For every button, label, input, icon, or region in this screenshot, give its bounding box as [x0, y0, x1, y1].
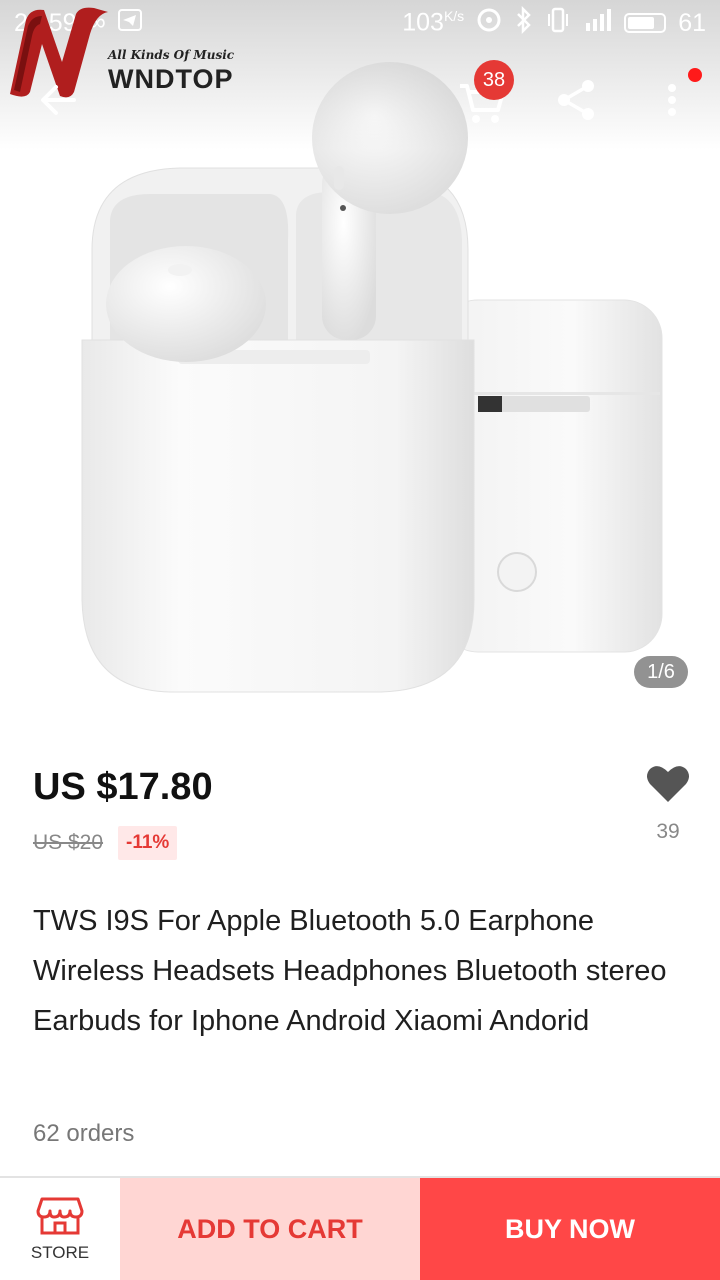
back-button[interactable]	[34, 76, 82, 124]
buy-now-button[interactable]: BUY NOW	[420, 1178, 720, 1280]
share-button[interactable]	[552, 76, 600, 124]
share-icon	[558, 80, 594, 120]
store-icon	[36, 1197, 84, 1235]
image-counter: 1/6	[634, 656, 688, 688]
cart-count-badge: 38	[474, 60, 514, 100]
more-vert-icon	[668, 84, 676, 116]
telegram-icon	[117, 8, 142, 39]
battery-icon	[624, 13, 667, 33]
product-image-gallery[interactable]	[0, 0, 720, 730]
store-button[interactable]: STORE	[0, 1178, 120, 1280]
store-label: STORE	[30, 1243, 90, 1262]
heart-icon	[647, 766, 689, 802]
product-title: TWS I9S For Apple Bluetooth 5.0 Earphone…	[33, 905, 667, 1037]
original-price: US $20	[33, 831, 104, 854]
back-arrow-icon	[41, 85, 76, 115]
wishlist-count: 39	[656, 820, 680, 843]
net-speed: 103K/s	[402, 8, 465, 37]
watermark-text: All Kinds Of Music WNDTOP	[108, 48, 234, 95]
signal-4g-icon	[582, 7, 612, 40]
vibrate-icon	[546, 7, 570, 40]
watermark-name: WNDTOP	[108, 64, 234, 94]
product-price: US $17.80	[33, 766, 213, 808]
hotspot-icon	[476, 7, 502, 40]
wishlist-button[interactable]	[644, 760, 692, 808]
watermark-tagline: All Kinds Of Music	[108, 48, 235, 62]
add-to-cart-button[interactable]: ADD TO CART	[120, 1178, 420, 1280]
orders-count: 62 orders	[33, 1120, 135, 1147]
bluetooth-icon	[514, 5, 534, 41]
notification-dot	[688, 68, 702, 82]
more-options-button[interactable]	[656, 76, 688, 124]
battery-level: 61	[678, 8, 706, 37]
discount-badge: -11%	[118, 826, 178, 860]
bottom-action-bar: STORE ADD TO CART BUY NOW	[0, 1176, 720, 1280]
